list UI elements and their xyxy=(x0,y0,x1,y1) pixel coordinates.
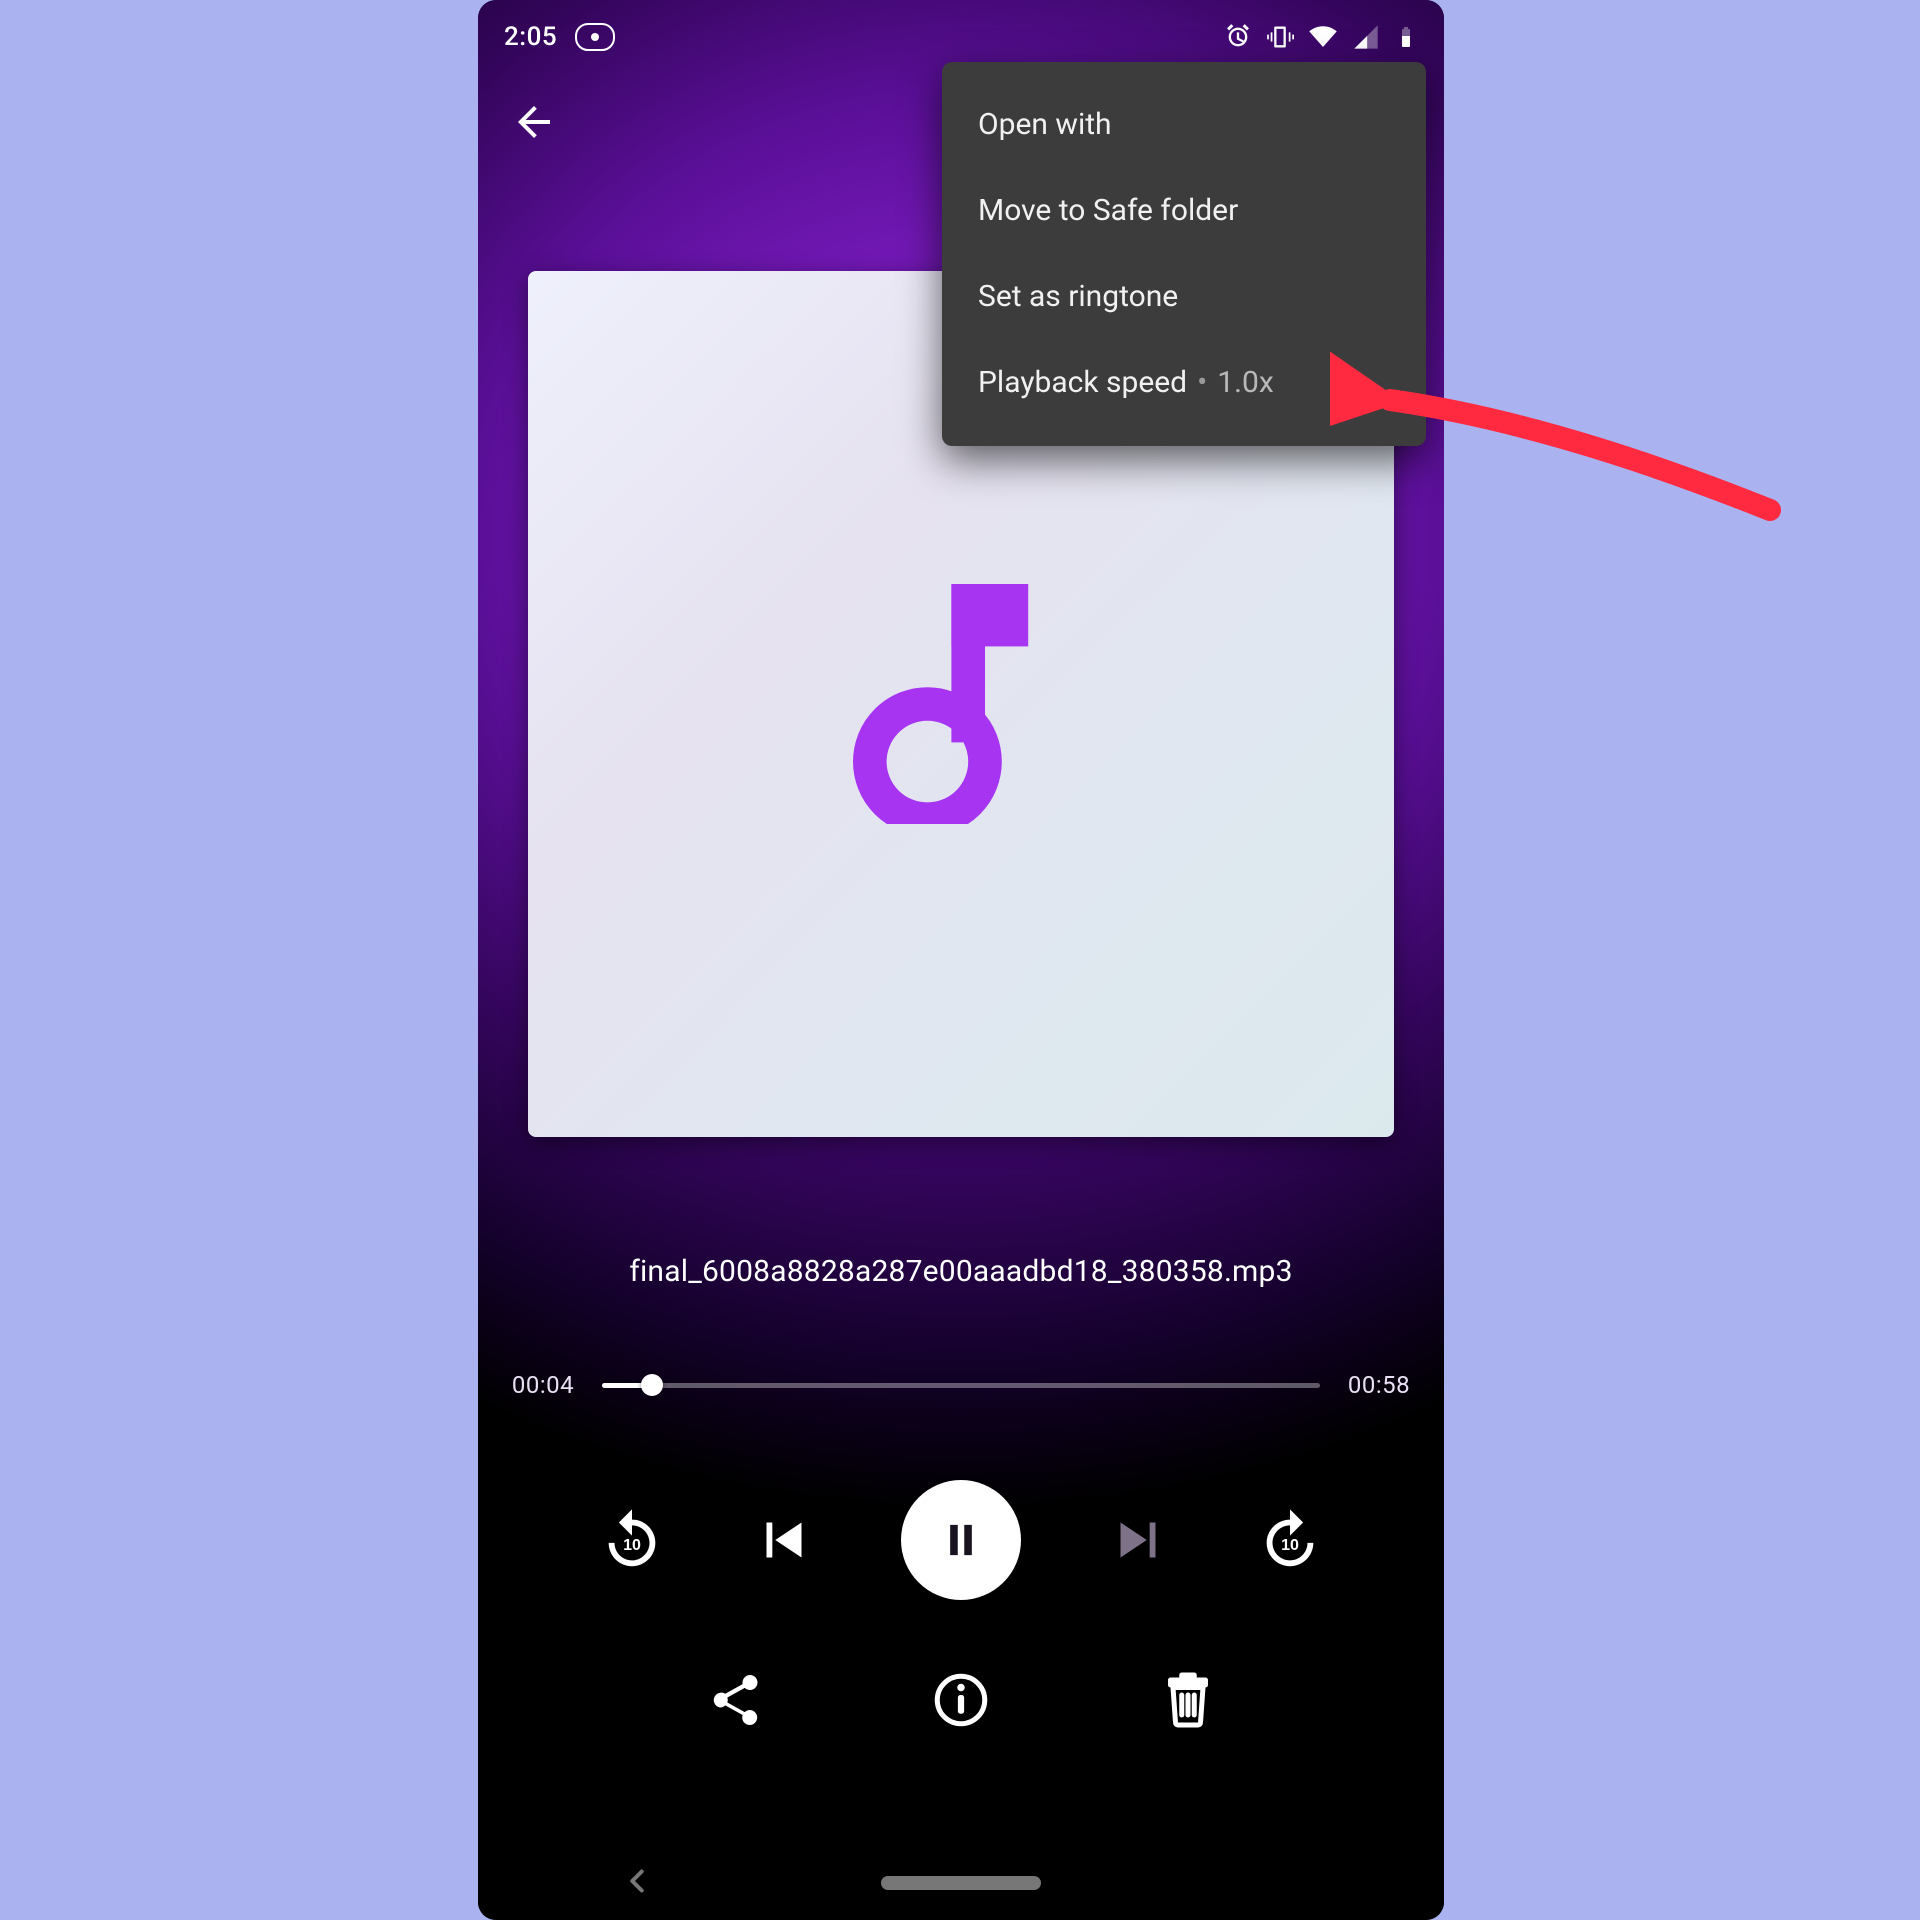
secondary-controls xyxy=(478,1670,1444,1730)
share-button[interactable] xyxy=(705,1670,765,1730)
music-note-icon xyxy=(841,584,1081,824)
previous-track-button[interactable] xyxy=(749,1505,819,1575)
menu-item-label: Set as ringtone xyxy=(978,279,1178,314)
play-pause-button[interactable] xyxy=(901,1480,1021,1600)
rewind-10-button[interactable]: 10 xyxy=(597,1505,667,1575)
svg-text:10: 10 xyxy=(623,1536,641,1554)
battery-icon xyxy=(1394,23,1418,51)
seek-bar[interactable] xyxy=(602,1383,1320,1388)
delete-button[interactable] xyxy=(1158,1670,1218,1730)
nav-home-pill[interactable] xyxy=(881,1876,1041,1890)
alarm-icon xyxy=(1224,23,1252,51)
file-name-label: final_6008a8828a287e00aaadbd18_380358.mp… xyxy=(478,1254,1444,1289)
next-track-button[interactable] xyxy=(1103,1505,1173,1575)
phone-frame: 2:05 xyxy=(478,0,1444,1920)
status-clock: 2:05 xyxy=(504,22,557,52)
svg-text:10: 10 xyxy=(1281,1536,1299,1554)
forward-10-button[interactable]: 10 xyxy=(1255,1505,1325,1575)
wifi-icon xyxy=(1308,22,1338,52)
menu-item-open-with[interactable]: Open with xyxy=(942,82,1426,168)
menu-item-label: Playback speed xyxy=(978,365,1187,400)
system-nav-bar xyxy=(478,1846,1444,1920)
menu-item-set-as-ringtone[interactable]: Set as ringtone xyxy=(942,254,1426,340)
menu-item-label: Open with xyxy=(978,107,1112,142)
playback-controls: 10 10 xyxy=(478,1480,1444,1600)
separator-dot: • xyxy=(1187,365,1217,400)
progress-row: 00:04 00:58 xyxy=(478,1365,1444,1405)
recording-indicator-icon xyxy=(575,23,615,51)
elapsed-time: 00:04 xyxy=(508,1371,578,1399)
vibrate-icon xyxy=(1266,23,1294,51)
back-button[interactable] xyxy=(510,98,566,154)
nav-back-icon[interactable] xyxy=(618,1862,656,1904)
status-bar: 2:05 xyxy=(478,12,1444,62)
duration-time: 00:58 xyxy=(1344,1371,1414,1399)
seek-thumb[interactable] xyxy=(641,1374,663,1396)
menu-item-playback-speed[interactable]: Playback speed•1.0x xyxy=(942,340,1426,426)
menu-item-move-to-safe-folder[interactable]: Move to Safe folder xyxy=(942,168,1426,254)
playback-speed-value: 1.0x xyxy=(1217,365,1274,400)
menu-item-label: Move to Safe folder xyxy=(978,193,1238,228)
info-button[interactable] xyxy=(931,1670,991,1730)
overflow-menu: Open with Move to Safe folder Set as rin… xyxy=(942,62,1426,446)
cell-signal-icon xyxy=(1352,23,1380,51)
